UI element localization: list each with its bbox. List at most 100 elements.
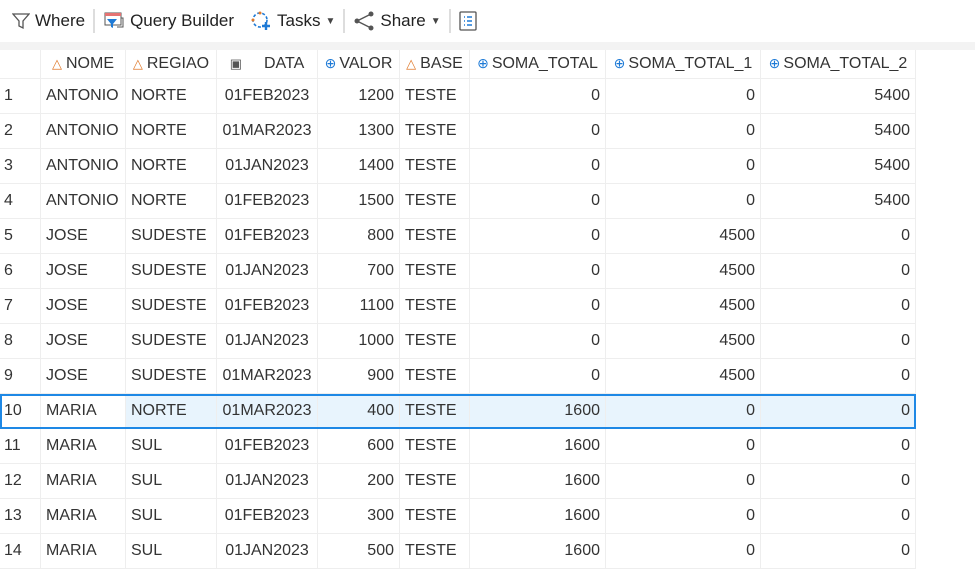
cell-soma_total_2[interactable]: 0 <box>760 358 916 394</box>
table-row[interactable]: 3 ANTONIO NORTE 01JAN2023 1400 TESTE 0 0 5400 <box>0 148 916 184</box>
cell-base[interactable]: TESTE <box>399 148 470 184</box>
cell-valor[interactable]: 500 <box>317 533 400 569</box>
cell-valor[interactable]: 1400 <box>317 148 400 184</box>
cell-soma_total_1[interactable]: 4500 <box>605 323 761 359</box>
cell-data[interactable]: 01FEB2023 <box>216 428 318 464</box>
cell-soma_total[interactable]: 1600 <box>469 533 606 569</box>
cell-data[interactable]: 01MAR2023 <box>216 358 318 394</box>
cell-valor[interactable]: 1200 <box>317 78 400 114</box>
column-header-valor[interactable]: ⊕ VALOR <box>317 50 400 79</box>
cell-soma_total_1[interactable]: 4500 <box>605 253 761 289</box>
cell-nome[interactable]: JOSE <box>40 253 126 289</box>
cell-regiao[interactable]: SUL <box>125 428 217 464</box>
cell-soma_total[interactable]: 0 <box>469 358 606 394</box>
cell-soma_total[interactable]: 0 <box>469 253 606 289</box>
cell-data[interactable]: 01FEB2023 <box>216 288 318 324</box>
cell-base[interactable]: TESTE <box>399 78 470 114</box>
table-row[interactable]: 12 MARIA SUL 01JAN2023 200 TESTE 1600 0 0 <box>0 463 916 499</box>
cell-regiao[interactable]: SUDESTE <box>125 288 217 324</box>
table-row[interactable]: 1 ANTONIO NORTE 01FEB2023 1200 TESTE 0 0 5400 <box>0 78 916 114</box>
cell-soma_total_2[interactable]: 5400 <box>760 183 916 219</box>
cell-soma_total_1[interactable]: 0 <box>605 183 761 219</box>
tasks-button[interactable]: Tasks ▼ <box>242 10 343 32</box>
cell-soma_total_1[interactable]: 0 <box>605 428 761 464</box>
table-row[interactable]: 4 ANTONIO NORTE 01FEB2023 1500 TESTE 0 0 5400 <box>0 183 916 219</box>
cell-nome[interactable]: ANTONIO <box>40 183 126 219</box>
column-header-soma_total_1[interactable]: ⊕ SOMA_TOTAL_1 <box>605 50 761 79</box>
cell-soma_total_1[interactable]: 0 <box>605 78 761 114</box>
cell-regiao[interactable]: NORTE <box>125 393 217 429</box>
cell-data[interactable]: 01JAN2023 <box>216 533 318 569</box>
cell-soma_total_2[interactable]: 0 <box>760 253 916 289</box>
table-row[interactable]: 7 JOSE SUDESTE 01FEB2023 1100 TESTE 0 4500 0 <box>0 288 916 324</box>
cell-nome[interactable]: ANTONIO <box>40 113 126 149</box>
cell-soma_total_1[interactable]: 0 <box>605 533 761 569</box>
table-row[interactable]: 8 JOSE SUDESTE 01JAN2023 1000 TESTE 0 4500 0 <box>0 323 916 359</box>
cell-nome[interactable]: ANTONIO <box>40 78 126 114</box>
table-row[interactable]: 2 ANTONIO NORTE 01MAR2023 1300 TESTE 0 0 5400 <box>0 113 916 149</box>
column-header-data[interactable]: ▣ DATA <box>216 50 318 79</box>
cell-valor[interactable]: 300 <box>317 498 400 534</box>
cell-base[interactable]: TESTE <box>399 498 470 534</box>
cell-soma_total_2[interactable]: 0 <box>760 498 916 534</box>
cell-base[interactable]: TESTE <box>399 113 470 149</box>
cell-data[interactable]: 01FEB2023 <box>216 498 318 534</box>
table-row[interactable]: 11 MARIA SUL 01FEB2023 600 TESTE 1600 0 0 <box>0 428 916 464</box>
cell-base[interactable]: TESTE <box>399 463 470 499</box>
cell-data[interactable]: 01FEB2023 <box>216 218 318 254</box>
cell-base[interactable]: TESTE <box>399 428 470 464</box>
cell-nome[interactable]: MARIA <box>40 463 126 499</box>
cell-data[interactable]: 01JAN2023 <box>216 253 318 289</box>
cell-valor[interactable]: 1100 <box>317 288 400 324</box>
cell-soma_total[interactable]: 0 <box>469 78 606 114</box>
cell-soma_total_2[interactable]: 5400 <box>760 148 916 184</box>
table-row[interactable]: 10 MARIA NORTE 01MAR2023 400 TESTE 1600 0 0 <box>0 393 916 429</box>
table-row[interactable]: 13 MARIA SUL 01FEB2023 300 TESTE 1600 0 0 <box>0 498 916 534</box>
cell-base[interactable]: TESTE <box>399 253 470 289</box>
cell-regiao[interactable]: NORTE <box>125 78 217 114</box>
cell-valor[interactable]: 200 <box>317 463 400 499</box>
cell-soma_total[interactable]: 0 <box>469 323 606 359</box>
where-button[interactable]: Where <box>4 11 93 31</box>
cell-nome[interactable]: MARIA <box>40 428 126 464</box>
cell-base[interactable]: TESTE <box>399 323 470 359</box>
cell-nome[interactable]: MARIA <box>40 533 126 569</box>
list-view-button[interactable] <box>451 11 485 31</box>
cell-valor[interactable]: 800 <box>317 218 400 254</box>
cell-regiao[interactable]: NORTE <box>125 113 217 149</box>
cell-soma_total_1[interactable]: 0 <box>605 148 761 184</box>
query-builder-button[interactable]: Query Builder <box>95 11 242 31</box>
cell-nome[interactable]: JOSE <box>40 288 126 324</box>
cell-valor[interactable]: 1000 <box>317 323 400 359</box>
cell-soma_total_1[interactable]: 4500 <box>605 288 761 324</box>
column-header-base[interactable]: △ BASE <box>399 50 470 79</box>
cell-regiao[interactable]: SUL <box>125 533 217 569</box>
cell-regiao[interactable]: NORTE <box>125 148 217 184</box>
cell-base[interactable]: TESTE <box>399 358 470 394</box>
cell-nome[interactable]: MARIA <box>40 498 126 534</box>
cell-soma_total_1[interactable]: 0 <box>605 393 761 429</box>
cell-soma_total_2[interactable]: 0 <box>760 463 916 499</box>
column-header-nome[interactable]: △ NOME <box>40 50 126 79</box>
cell-nome[interactable]: ANTONIO <box>40 148 126 184</box>
cell-data[interactable]: 01JAN2023 <box>216 323 318 359</box>
cell-soma_total_1[interactable]: 4500 <box>605 358 761 394</box>
cell-soma_total_1[interactable]: 0 <box>605 113 761 149</box>
cell-soma_total_2[interactable]: 5400 <box>760 113 916 149</box>
cell-soma_total[interactable]: 0 <box>469 288 606 324</box>
table-row[interactable]: 9 JOSE SUDESTE 01MAR2023 900 TESTE 0 4500 0 <box>0 358 916 394</box>
cell-valor[interactable]: 700 <box>317 253 400 289</box>
cell-data[interactable]: 01FEB2023 <box>216 78 318 114</box>
cell-soma_total[interactable]: 1600 <box>469 463 606 499</box>
cell-soma_total_2[interactable]: 0 <box>760 218 916 254</box>
table-row[interactable]: 14 MARIA SUL 01JAN2023 500 TESTE 1600 0 0 <box>0 533 916 569</box>
cell-soma_total[interactable]: 0 <box>469 148 606 184</box>
cell-soma_total_2[interactable]: 0 <box>760 393 916 429</box>
cell-soma_total_2[interactable]: 5400 <box>760 78 916 114</box>
cell-soma_total_1[interactable]: 4500 <box>605 218 761 254</box>
cell-soma_total_1[interactable]: 0 <box>605 463 761 499</box>
cell-soma_total[interactable]: 1600 <box>469 393 606 429</box>
cell-soma_total_2[interactable]: 0 <box>760 288 916 324</box>
cell-regiao[interactable]: SUDESTE <box>125 218 217 254</box>
cell-soma_total_2[interactable]: 0 <box>760 323 916 359</box>
